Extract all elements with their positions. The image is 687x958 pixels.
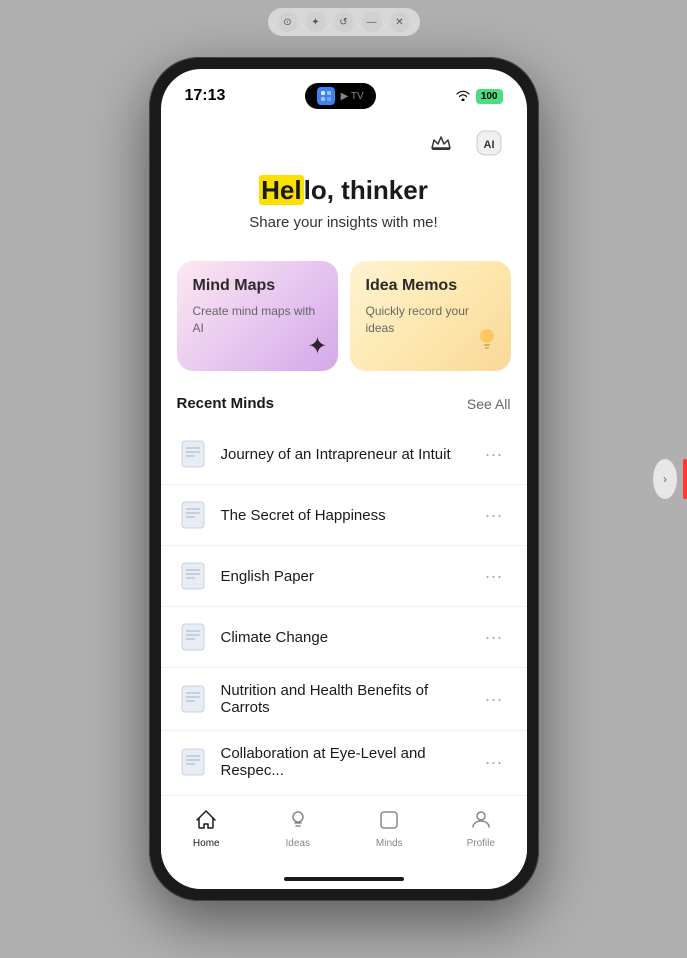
mind-maps-card-title: Mind Maps: [193, 277, 322, 295]
minds-icon: [375, 806, 403, 834]
ideas-icon: [284, 806, 312, 834]
see-all-button[interactable]: See All: [467, 396, 511, 412]
window-close-button[interactable]: ✕: [390, 12, 410, 32]
status-time: 17:13: [185, 87, 226, 105]
home-indicator: [161, 869, 527, 889]
home-indicator-bar: [284, 877, 404, 881]
dynamic-island: ▶ TV: [305, 83, 376, 109]
nav-item-ideas[interactable]: Ideas: [252, 806, 344, 849]
list-item-title: The Secret of Happiness: [221, 507, 465, 524]
home-nav-label: Home: [193, 838, 220, 849]
window-btn-1[interactable]: ⊙: [278, 12, 298, 32]
idea-memos-card-title: Idea Memos: [366, 277, 495, 295]
list-item-title: English Paper: [221, 568, 465, 585]
recent-minds-list: Journey of an Intrapreneur at Intuit ···…: [161, 424, 527, 793]
recent-minds-title: Recent Minds: [177, 395, 275, 412]
list-item[interactable]: English Paper ···: [161, 546, 527, 607]
ai-icon-button[interactable]: AI: [471, 125, 507, 161]
window-btn-2[interactable]: ✦: [306, 12, 326, 32]
list-item-more-button[interactable]: ···: [477, 685, 511, 714]
list-item[interactable]: Climate Change ···: [161, 607, 527, 668]
wifi-icon: [455, 88, 471, 104]
list-item-more-button[interactable]: ···: [477, 501, 511, 530]
profile-icon: [467, 806, 495, 834]
list-item-title: Nutrition and Health Benefits of Carrots: [221, 682, 465, 716]
phone-screen: 17:13 ▶ TV: [161, 69, 527, 889]
sidebar-expand-arrow[interactable]: ›: [653, 459, 677, 499]
red-accent-bar: [683, 459, 687, 499]
list-item[interactable]: Nutrition and Health Benefits of Carrots…: [161, 668, 527, 731]
mind-maps-card[interactable]: Mind Maps Create mind maps with AI ✦: [177, 261, 338, 371]
doc-icon-3: [177, 560, 209, 592]
list-item[interactable]: Journey of an Intrapreneur at Intuit ···: [161, 424, 527, 485]
window-controls-bar: ⊙ ✦ ↺ — ✕: [268, 8, 420, 36]
greeting-rest: lo, thinker: [304, 175, 428, 205]
minds-nav-label: Minds: [376, 838, 403, 849]
profile-nav-label: Profile: [467, 838, 495, 849]
greeting-title: Hello, thinker: [181, 175, 507, 206]
dynamic-island-app-icon: [317, 87, 335, 105]
mind-maps-card-icon: ✦: [307, 332, 327, 361]
doc-icon-4: [177, 621, 209, 653]
status-bar: 17:13 ▶ TV: [161, 69, 527, 117]
list-item-more-button[interactable]: ···: [477, 748, 511, 777]
recent-minds-header: Recent Minds See All: [161, 395, 527, 424]
home-icon: [192, 806, 220, 834]
list-item-more-button[interactable]: ···: [477, 562, 511, 591]
greeting-section: Hello, thinker Share your insights with …: [161, 165, 527, 261]
list-item-title: Journey of an Intrapreneur at Intuit: [221, 446, 465, 463]
window-minimize-button[interactable]: —: [362, 12, 382, 32]
top-icons-row: AI: [161, 117, 527, 165]
idea-memos-card[interactable]: Idea Memos Quickly record your ideas: [350, 261, 511, 371]
greeting-highlight: Hel: [259, 175, 303, 205]
svg-text:AI: AI: [483, 139, 494, 151]
doc-icon-2: [177, 499, 209, 531]
bottom-navigation: Home Ideas Minds: [161, 795, 527, 869]
list-item-title: Collaboration at Eye-Level and Respec...: [221, 745, 465, 779]
doc-icon-6: [177, 746, 209, 778]
ideas-nav-label: Ideas: [286, 838, 310, 849]
list-item[interactable]: Collaboration at Eye-Level and Respec...…: [161, 731, 527, 793]
window-btn-3[interactable]: ↺: [334, 12, 354, 32]
battery-indicator: 100: [476, 89, 503, 104]
list-item[interactable]: The Secret of Happiness ···: [161, 485, 527, 546]
mind-maps-card-subtitle: Create mind maps with AI: [193, 303, 322, 337]
crown-icon-button[interactable]: [423, 125, 459, 161]
idea-memos-card-icon: [473, 326, 501, 361]
greeting-subtitle: Share your insights with me!: [181, 214, 507, 231]
doc-icon-5: [177, 683, 209, 715]
cards-section: Mind Maps Create mind maps with AI ✦ Ide…: [161, 261, 527, 395]
list-item-more-button[interactable]: ···: [477, 440, 511, 469]
main-content: AI Hello, thinker Share your insights wi…: [161, 117, 527, 795]
doc-icon-1: [177, 438, 209, 470]
nav-item-profile[interactable]: Profile: [435, 806, 527, 849]
nav-item-home[interactable]: Home: [161, 806, 253, 849]
phone-frame: 17:13 ▶ TV: [149, 57, 539, 901]
apple-tv-label: ▶ TV: [341, 91, 364, 102]
list-item-title: Climate Change: [221, 629, 465, 646]
status-right-icons: 100: [455, 88, 503, 104]
nav-item-minds[interactable]: Minds: [344, 806, 436, 849]
list-item-more-button[interactable]: ···: [477, 623, 511, 652]
